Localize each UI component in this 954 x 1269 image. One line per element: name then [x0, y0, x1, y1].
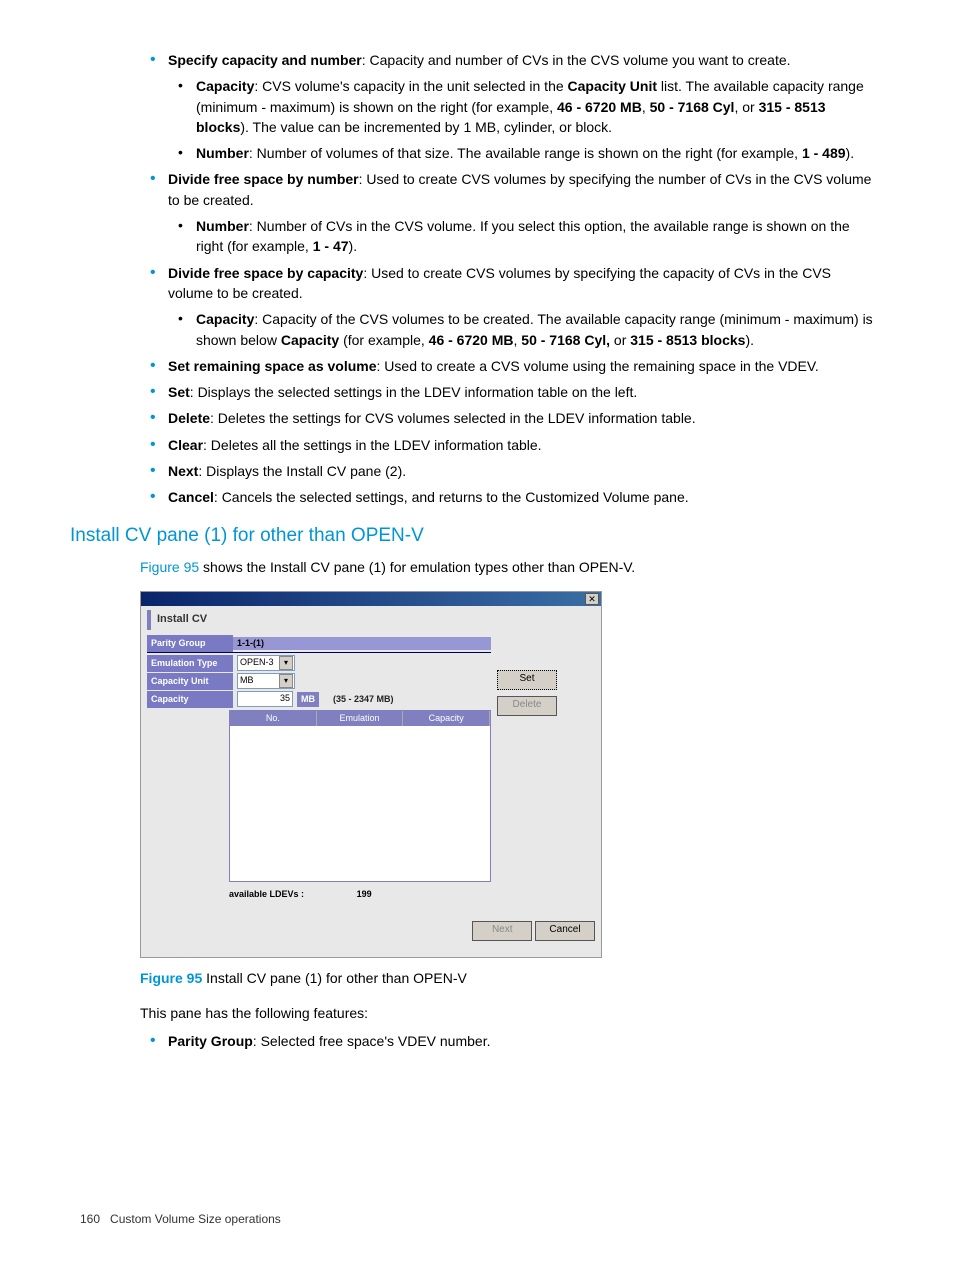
item-cancel: Cancel: Cancels the selected settings, a… — [140, 487, 874, 507]
tab-install-cv[interactable]: Install CV — [147, 610, 213, 630]
intro-paragraph: Figure 95 shows the Install CV pane (1) … — [140, 557, 874, 577]
cancel-button[interactable]: Cancel — [535, 921, 595, 941]
item-set: Set: Displays the selected settings in t… — [140, 382, 874, 402]
label-capacity: Capacity — [147, 691, 233, 708]
item-divide-capacity: Divide free space by capacity: Used to c… — [140, 263, 874, 350]
capacity-input[interactable]: 35 — [237, 691, 293, 707]
col-capacity: Capacity — [403, 711, 490, 726]
sub-divide-number: Number: Number of CVs in the CVS volume.… — [168, 216, 874, 257]
col-no: No. — [230, 711, 317, 726]
emulation-type-select[interactable]: OPEN-3 — [237, 655, 295, 671]
item-divide-number: Divide free space by number: Used to cre… — [140, 169, 874, 256]
label-capacity-unit: Capacity Unit — [147, 673, 233, 690]
ldev-table: No. Emulation Capacity — [229, 710, 491, 882]
item-specify: Specify capacity and number: Capacity an… — [140, 50, 874, 163]
capacity-range: (35 - 2347 MB) — [333, 693, 394, 706]
capacity-unit-select[interactable]: MB — [237, 673, 295, 689]
label-parity-group: Parity Group — [147, 635, 233, 652]
sub-divide-capacity: Capacity: Capacity of the CVS volumes to… — [168, 309, 874, 350]
sub-number: Number: Number of volumes of that size. … — [168, 143, 874, 163]
titlebar: ✕ — [141, 592, 601, 606]
col-emulation: Emulation — [317, 711, 404, 726]
item-parity-group: Parity Group: Selected free space's VDEV… — [140, 1031, 874, 1051]
item-clear: Clear: Deletes all the settings in the L… — [140, 435, 874, 455]
label-emulation-type: Emulation Type — [147, 655, 233, 672]
capacity-unit-badge: MB — [297, 692, 319, 707]
figure-caption: Figure 95 Install CV pane (1) for other … — [140, 968, 874, 988]
label: Specify capacity and number — [168, 52, 362, 68]
item-delete: Delete: Deletes the settings for CVS vol… — [140, 408, 874, 428]
item-set-remaining: Set remaining space as volume: Used to c… — [140, 356, 874, 376]
text: : Capacity and number of CVs in the CVS … — [362, 52, 791, 68]
set-button[interactable]: Set — [497, 670, 557, 690]
section-heading: Install CV pane (1) for other than OPEN-… — [70, 522, 874, 550]
item-next: Next: Displays the Install CV pane (2). — [140, 461, 874, 481]
next-button[interactable]: Next — [472, 921, 532, 941]
install-cv-dialog: ✕ Install CV Parity Group 1-1-(1) Emulat… — [140, 591, 602, 958]
sub-capacity: Capacity: CVS volume's capacity in the u… — [168, 76, 874, 137]
parity-group-value: 1-1-(1) — [237, 637, 264, 650]
available-ldevs: available LDEVs : 199 — [229, 888, 491, 901]
close-icon[interactable]: ✕ — [585, 593, 599, 605]
delete-button[interactable]: Delete — [497, 696, 557, 716]
page-footer: 160 Custom Volume Size operations — [80, 1211, 874, 1228]
figure-link[interactable]: Figure 95 — [140, 559, 199, 575]
after-fig-text: This pane has the following features: — [140, 1003, 874, 1023]
